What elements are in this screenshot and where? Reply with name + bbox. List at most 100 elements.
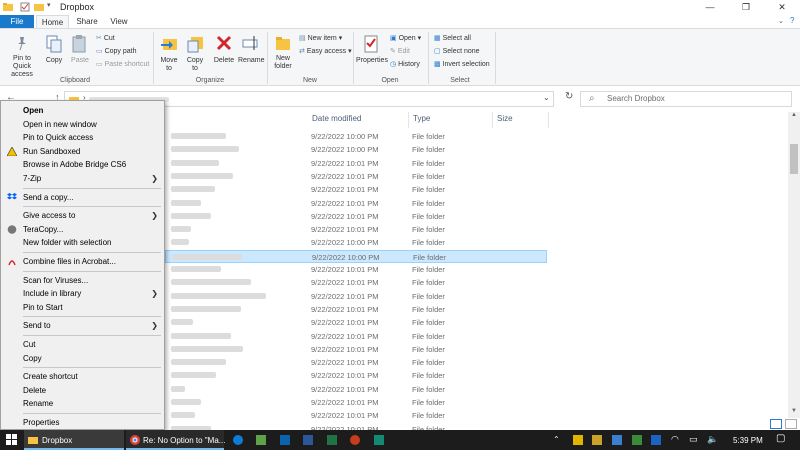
column-header-size[interactable]: Size	[497, 114, 513, 123]
menu-item-send-to[interactable]: Send to ❯	[2, 319, 164, 332]
table-row[interactable]: 9/22/2022 10:01 PM File folder	[165, 369, 547, 382]
menu-item-delete[interactable]: Delete	[2, 384, 164, 397]
show-hidden-icons[interactable]: ⌃	[553, 435, 560, 444]
table-row[interactable]: 9/22/2022 10:01 PM File folder	[165, 409, 547, 422]
notepad-plus-icon[interactable]	[256, 435, 266, 445]
tray-dropbox-icon[interactable]	[612, 435, 622, 445]
menu-item-create-shortcut[interactable]: Create shortcut	[2, 370, 164, 383]
close-button[interactable]: ✕	[764, 0, 800, 15]
battery-icon[interactable]: ▭	[689, 434, 698, 445]
copy-to-button[interactable]: Copy to	[183, 31, 207, 75]
expand-ribbon-icon[interactable]: ⌄	[778, 17, 784, 25]
minimize-button[interactable]: —	[692, 0, 728, 15]
easy-access-button[interactable]: ⇄ Easy access ▾	[299, 47, 352, 56]
select-none-button[interactable]: ▢ Select none	[434, 47, 480, 56]
tray-sync-icon[interactable]	[632, 435, 642, 445]
tray-drive-icon[interactable]	[592, 435, 602, 445]
table-row[interactable]: 9/22/2022 10:01 PM File folder	[165, 356, 547, 369]
properties-quick-icon[interactable]	[20, 2, 30, 12]
bluetooth-icon[interactable]	[651, 435, 661, 445]
new-item-button[interactable]: ▤ New item ▾	[299, 34, 342, 43]
menu-item-open[interactable]: Open	[2, 104, 164, 117]
customize-qat-icon[interactable]: ▾	[47, 1, 57, 11]
address-dropdown-icon[interactable]: ⌄	[543, 93, 550, 102]
table-row[interactable]: 9/22/2022 10:01 PM File folder	[165, 396, 547, 409]
column-header-type[interactable]: Type	[413, 114, 430, 123]
menu-item-rename[interactable]: Rename	[2, 397, 164, 410]
volume-icon[interactable]: 🔈	[707, 434, 718, 445]
table-row[interactable]: 9/22/2022 10:01 PM File folder	[165, 303, 547, 316]
paste-shortcut-button[interactable]: ▭ Paste shortcut	[96, 60, 149, 69]
excel-icon[interactable]	[327, 435, 337, 445]
menu-item-pin-to-quick-access[interactable]: Pin to Quick access	[2, 131, 164, 144]
menu-item-copy[interactable]: Copy	[2, 352, 164, 365]
table-row[interactable]: 9/22/2022 10:01 PM File folder	[165, 383, 547, 396]
table-row[interactable]: 9/22/2022 10:01 PM File folder	[165, 210, 547, 223]
table-row[interactable]: 9/22/2022 10:01 PM File folder	[165, 223, 547, 236]
menu-item-teracopy[interactable]: TeraCopy...	[2, 223, 164, 236]
search-box[interactable]: ⌕ Search Dropbox	[580, 91, 792, 107]
edit-button[interactable]: ✎ Edit	[390, 47, 410, 56]
move-to-button[interactable]: Move to	[157, 31, 181, 75]
large-icons-view-button[interactable]	[785, 419, 797, 429]
paste-button[interactable]: Paste	[68, 31, 92, 75]
scroll-down-icon[interactable]: ▼	[791, 408, 797, 414]
table-row[interactable]: 9/22/2022 10:00 PM File folder	[165, 130, 547, 143]
invert-selection-button[interactable]: ▩ Invert selection	[434, 60, 490, 69]
table-row[interactable]: 9/22/2022 10:01 PM File folder	[165, 170, 547, 183]
table-row[interactable]: 9/22/2022 10:01 PM File folder	[165, 263, 547, 276]
table-row[interactable]: 9/22/2022 10:01 PM File folder	[165, 276, 547, 289]
menu-item-run-sandboxed[interactable]: Run Sandboxed	[2, 145, 164, 158]
cut-button[interactable]: ✂ Cut	[96, 34, 115, 43]
tab-view[interactable]: View	[104, 15, 134, 28]
table-row[interactable]: 9/22/2022 10:00 PM File folder	[165, 236, 547, 249]
table-row[interactable]: 9/22/2022 10:01 PM File folder	[165, 343, 547, 356]
details-view-button[interactable]	[770, 419, 782, 429]
delete-button[interactable]: Delete	[212, 31, 236, 75]
properties-button[interactable]: Properties	[356, 31, 388, 75]
taskbar-explorer-button[interactable]	[24, 430, 124, 450]
menu-item-properties[interactable]: Properties	[2, 416, 164, 429]
pin-quick-access-button[interactable]: Pin to Quick access	[4, 31, 40, 78]
tab-home[interactable]: Home	[36, 15, 69, 28]
maximize-button[interactable]: ❐	[728, 0, 764, 15]
menu-item-new-folder-with-selection[interactable]: New folder with selection	[2, 236, 164, 249]
menu-item-pin-to-start[interactable]: Pin to Start	[2, 301, 164, 314]
menu-item-cut[interactable]: Cut	[2, 338, 164, 351]
word-icon[interactable]	[303, 435, 313, 445]
menu-item-combine-files-in-acrobat[interactable]: Combine files in Acrobat...	[2, 255, 164, 268]
windows-start-icon[interactable]	[6, 434, 18, 446]
copy-button[interactable]: Copy	[43, 31, 65, 75]
wifi-icon[interactable]: ◠	[671, 434, 679, 445]
clock[interactable]: 5:39 PM	[733, 436, 763, 445]
menu-item-browse-in-adobe-bridge-cs6[interactable]: Browse in Adobe Bridge CS6	[2, 158, 164, 171]
refresh-icon[interactable]: ↻	[565, 91, 573, 102]
menu-item-include-in-library[interactable]: Include in library ❯	[2, 287, 164, 300]
scroll-up-icon[interactable]: ▲	[791, 112, 797, 118]
table-row[interactable]: 9/22/2022 10:01 PM File folder	[165, 290, 547, 303]
menu-item-open-in-new-window[interactable]: Open in new window	[2, 118, 164, 131]
new-folder-button[interactable]: New folder	[270, 31, 296, 75]
menu-item-7-zip[interactable]: 7-Zip ❯	[2, 172, 164, 185]
table-row[interactable]: 9/22/2022 10:01 PM File folder	[165, 157, 547, 170]
table-row[interactable]: 9/22/2022 10:00 PM File folder	[165, 143, 547, 156]
menu-item-give-access-to[interactable]: Give access to ❯	[2, 209, 164, 222]
powerpoint-icon[interactable]	[350, 435, 360, 445]
table-row[interactable]: 9/22/2022 10:01 PM File folder	[165, 330, 547, 343]
help-icon[interactable]: ?	[790, 16, 794, 25]
tray-notification-icon[interactable]	[573, 435, 583, 445]
rename-button[interactable]: Rename	[238, 31, 264, 75]
table-row[interactable]: 9/22/2022 10:01 PM File folder	[165, 183, 547, 196]
menu-item-scan-for-viruses[interactable]: Scan for Viruses...	[2, 274, 164, 287]
copy-path-button[interactable]: ▭ Copy path	[96, 47, 137, 56]
scrollbar-thumb[interactable]	[790, 144, 798, 174]
new-folder-quick-icon[interactable]	[34, 2, 44, 12]
menu-item-send-a-copy[interactable]: Send a copy...	[2, 191, 164, 204]
tab-file[interactable]: File	[0, 15, 34, 28]
edge-icon[interactable]	[233, 435, 243, 445]
table-row[interactable]: 9/22/2022 10:01 PM File folder	[165, 316, 547, 329]
table-row[interactable]: 9/22/2022 10:00 PM File folder	[165, 249, 547, 263]
outlook-icon[interactable]	[280, 435, 290, 445]
tab-share[interactable]: Share	[72, 15, 102, 28]
open-button[interactable]: ▣ Open ▾	[390, 34, 421, 43]
